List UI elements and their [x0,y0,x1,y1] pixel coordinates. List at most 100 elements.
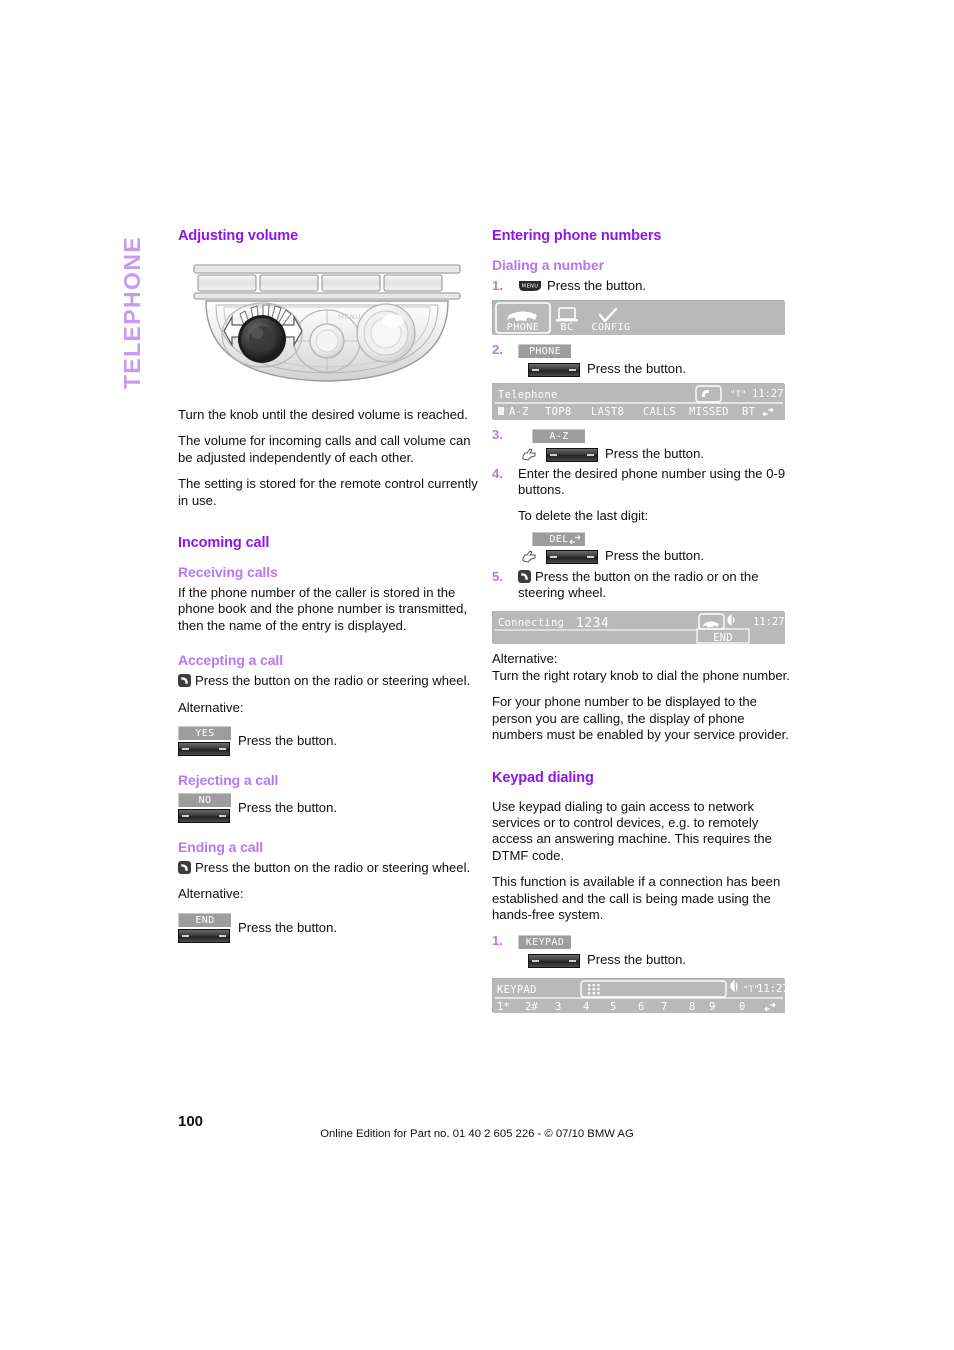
paragraph-turn-knob: Turn the knob until the desired volume i… [178,407,468,422]
svg-text:11:27: 11:27 [752,388,784,400]
svg-text:6: 6 [638,1001,644,1013]
step-3-number: 3. [492,427,503,443]
left-column: Adjusting volume MENU Turn the knob unti… [178,228,478,943]
svg-text:BC: BC [560,322,573,333]
svg-text:7: 7 [661,1001,667,1013]
end-softkey-label: END [178,912,231,927]
step-1: 1. MENU Press the button. [492,278,792,294]
svg-text:Connecting: Connecting [498,617,564,629]
svg-text:0: 0 [739,1001,745,1013]
del-softkey-button[interactable]: DEL [532,532,792,547]
phone-handset-icon [178,674,191,688]
paragraph-volume-independent: The volume for incoming calls and call v… [178,433,471,465]
step-4-number: 4. [492,466,503,482]
keypad-display: KEYPAD "T" 11:27 1* 2# 3 4 5 6 7 8 [492,978,785,1014]
svg-text:"T": "T" [730,390,746,400]
keypad-softkey-press-group[interactable]: Press the button. [528,952,792,968]
no-softkey-label: NO [178,793,231,808]
phone-softkey-press-group[interactable]: Press the button. [528,360,792,378]
yes-softkey-group[interactable]: YES Press the button. [178,726,478,757]
subheading-rejecting-a-call: Rejecting a call [178,772,279,789]
step-2-press-text: Press the button. [587,360,686,376]
keypad-step-1: 1. KEYPAD Press the button. [492,933,792,968]
paragraph-ending-a-call: Press the button on the radio or steerin… [178,860,478,876]
telephone-menu-display: Telephone "T" 11:27 A-Z TOP8 LAST8 CALLS… [492,383,785,421]
no-softkey-group[interactable]: NO Press the button. [178,793,478,824]
step-2-number: 2. [492,342,503,358]
keypad-softkey-label: KEYPAD [518,934,571,949]
svg-text:PHONE: PHONE [507,322,540,333]
dialing-steps-1: 1. MENU Press the button. [492,278,792,294]
no-softkey-button[interactable]: NO [178,793,231,824]
connecting-display: Connecting 1234 11:27 END [492,611,785,645]
softkey-bar-graphic[interactable] [178,742,230,757]
footer-text: Online Edition for Part no. 01 40 2 605 … [320,1128,634,1140]
menu-button-icon: MENU [518,280,542,292]
svg-text:MENU: MENU [338,313,361,321]
svg-text:1234: 1234 [576,616,609,631]
press-the-button-text-yes: Press the button. [238,732,337,748]
softkey-bar-graphic[interactable] [528,953,580,968]
keypad-step-1-number: 1. [492,933,503,949]
az-softkey-press-group[interactable]: Press the button. [522,446,792,462]
step-5: 5. Press the button on the radio or on t… [492,569,792,602]
paragraph-setting-stored: The setting is stored for the remote con… [178,476,478,508]
yes-softkey-label: YES [178,726,231,741]
paragraph-receiving-calls: If the phone number of the caller is sto… [178,585,467,633]
step-1-text: Press the button. [547,278,646,293]
step-4-text: Enter the desired phone number using the… [518,466,786,498]
svg-text:MISSED: MISSED [689,406,729,418]
svg-text:11:27: 11:27 [753,616,785,628]
phone-handset-icon [518,569,531,583]
phone-softkey-label: PHONE [518,343,571,358]
svg-text:CONFIG: CONFIG [591,322,630,333]
step-4-press-text: Press the button. [605,548,704,564]
alternative-label-dialing: Alternative: [492,651,558,667]
step-3: 3. A-Z Press the button. [492,427,792,462]
alternative-label-accepting: Alternative: [178,699,244,715]
end-softkey-button[interactable]: END [178,912,231,943]
svg-text:LAST8: LAST8 [591,406,624,418]
svg-text:1*: 1* [497,1001,510,1013]
del-softkey-press-group[interactable]: Press the button. [522,548,792,565]
end-softkey-group[interactable]: END Press the button. [178,912,478,943]
step-1-number: 1. [492,278,503,293]
paragraph-keypad-1: Use keypad dialing to gain access to net… [492,798,772,863]
softkey-bar-graphic[interactable] [178,809,230,824]
svg-text:TOP8: TOP8 [545,406,572,418]
ending-call-text: Press the button on the radio or steerin… [195,860,471,876]
softkey-bar-graphic[interactable] [528,363,580,378]
step-3-press-text: Press the button. [605,445,704,461]
manual-page: TELEPHONE Adjusting volume MENU Turn the… [0,0,954,1350]
az-softkey-button[interactable]: A-Z [532,428,585,443]
step-4-delete-text-wrap: To delete the last digit: [518,508,792,524]
right-column: Entering phone numbers Dialing a number … [492,228,792,1020]
softkey-bar-graphic[interactable] [546,550,598,565]
svg-text:4: 4 [583,1001,589,1013]
subheading-receiving-calls: Receiving calls [178,564,278,581]
main-menu-display: PHONE BC CONFIG [492,300,785,336]
subheading-ending-a-call: Ending a call [178,839,264,856]
heading-keypad-dialing: Keypad dialing [492,769,594,786]
svg-text:Telephone: Telephone [498,389,558,401]
svg-text:CALLS: CALLS [643,406,676,418]
svg-text:9: 9 [709,1001,715,1013]
svg-text:3: 3 [555,1001,561,1013]
svg-text:5: 5 [610,1001,616,1013]
keypad-press-text: Press the button. [587,951,686,967]
press-the-button-text-end: Press the button. [238,919,337,935]
svg-text:8: 8 [689,1001,695,1013]
softkey-bar-graphic[interactable] [546,447,598,462]
subheading-accepting-a-call: Accepting a call [178,652,283,669]
radio-control-panel-illustration: MENU [188,257,466,387]
svg-text:2#: 2# [525,1001,538,1013]
keypad-steps: 1. KEYPAD Press the button. [492,933,792,968]
softkey-bar-graphic[interactable] [178,928,230,943]
keypad-softkey-button[interactable]: KEYPAD [518,934,571,949]
svg-text:MENU: MENU [522,284,539,290]
svg-text:11:27: 11:27 [757,983,785,995]
subheading-dialing-a-number: Dialing a number [492,257,604,273]
yes-softkey-button[interactable]: YES [178,726,231,757]
phone-softkey-button[interactable]: PHONE [518,343,571,358]
heading-entering-phone-numbers: Entering phone numbers [492,228,662,244]
